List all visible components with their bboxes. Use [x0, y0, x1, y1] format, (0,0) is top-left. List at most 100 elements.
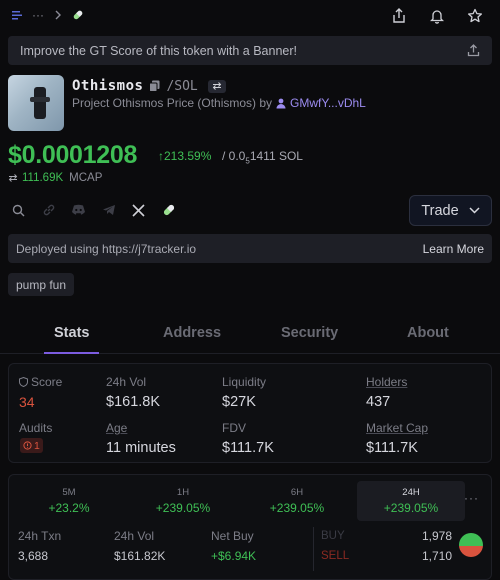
token-pair: /SOL: [166, 78, 198, 94]
pill-icon[interactable]: [72, 9, 84, 21]
txn-label: 24h Txn: [18, 529, 62, 543]
sell-label: SELL: [321, 550, 350, 562]
txn-vol-label: 24h Vol: [114, 529, 155, 543]
mcap-row: 111.69K MCAP: [8, 172, 102, 184]
score-value: 34: [19, 394, 35, 410]
x-twitter-icon[interactable]: [130, 202, 147, 218]
deployed-text: Deployed using https://j7tracker.io: [16, 241, 197, 256]
token-logo: [8, 75, 64, 131]
sell-count: 1,710: [421, 549, 452, 563]
telegram-icon[interactable]: [100, 202, 117, 218]
price-sol: / 0.051411 SOL: [222, 149, 303, 165]
vol-value: $161.8K: [106, 394, 161, 410]
txn-vol-value: $161.82K: [114, 549, 166, 563]
buy-count: 1,978: [421, 529, 452, 543]
tab-security[interactable]: Security: [281, 325, 338, 341]
share-icon[interactable]: [388, 6, 410, 26]
divider: [313, 527, 314, 571]
price-change: ↑213.59%: [158, 149, 211, 163]
timeframe-1h[interactable]: 1H +239.05%: [129, 481, 237, 521]
price-usd: $0.0001208: [8, 141, 138, 169]
timeframe-change: +23.2%: [48, 501, 90, 515]
age-label[interactable]: Age: [106, 421, 127, 435]
user-icon: [276, 98, 286, 109]
score-label: Score: [19, 375, 62, 389]
price-change-value: 213.59%: [164, 149, 212, 163]
liquidity-label: Liquidity: [222, 375, 267, 389]
learn-more-link[interactable]: Learn More: [423, 242, 484, 256]
mcap-value: 111.69K: [22, 172, 64, 184]
token-name: Othismos: [72, 78, 144, 94]
market-cap-value: $111.7K: [366, 440, 418, 456]
banner-prompt[interactable]: Improve the GT Score of this token with …: [8, 36, 492, 65]
tab-bar: Stats Address Security About: [0, 318, 500, 354]
score-label-text: Score: [31, 375, 63, 389]
more-timeframes-icon[interactable]: ···: [464, 491, 479, 505]
banner-text: Improve the GT Score of this token with …: [20, 43, 297, 58]
market-cap-label[interactable]: Market Cap: [366, 421, 428, 435]
deployed-notice: Deployed using https://j7tracker.io Lear…: [8, 234, 492, 263]
mcap-label: MCAP: [69, 172, 103, 184]
stats-card: Score 34 24h Vol $161.8K Liquidity $27K …: [8, 363, 492, 463]
chevron-down-icon: [469, 207, 480, 214]
menu-icon[interactable]: [12, 10, 22, 20]
timeframe-5m[interactable]: 5M +23.2%: [15, 481, 123, 521]
timeframe-6h[interactable]: 6H +239.05%: [243, 481, 351, 521]
timeframe-24h[interactable]: 24H +239.05%: [357, 481, 465, 521]
timeframe-label: 24H: [402, 487, 420, 498]
fdv-label: FDV: [222, 421, 246, 435]
buy-sell-pie: [459, 533, 483, 557]
net-buy-value: +$6.94K: [211, 549, 257, 563]
net-buy-label: Net Buy: [211, 529, 254, 543]
chevron-right-icon: [54, 10, 62, 20]
link-icon[interactable]: [40, 202, 57, 218]
tab-address[interactable]: Address: [163, 325, 221, 341]
social-links: [10, 202, 177, 218]
token-title: Othismos /SOL: [72, 78, 226, 94]
shield-icon: [19, 377, 28, 387]
active-tab-indicator: [44, 352, 99, 354]
timeframe-change: +239.05%: [269, 501, 325, 515]
buy-label: BUY: [321, 530, 345, 542]
age-value: 11 minutes: [106, 440, 176, 456]
tag-pump-fun[interactable]: pump fun: [8, 273, 75, 296]
top-actions: [388, 6, 486, 26]
search-icon[interactable]: [10, 202, 27, 218]
copy-icon[interactable]: [149, 80, 160, 92]
holders-label[interactable]: Holders: [366, 375, 407, 389]
price-sol-prefix: / 0.0: [222, 149, 246, 163]
top-bar: ···: [0, 0, 500, 30]
creator-link[interactable]: GMwfY...vDhL: [290, 96, 366, 110]
discord-icon[interactable]: [70, 202, 87, 218]
audits-label: Audits: [19, 421, 53, 435]
liquidity-value: $27K: [222, 394, 256, 410]
vol-label: 24h Vol: [106, 375, 147, 389]
warning-circle-icon: [23, 441, 32, 450]
holders-value: 437: [366, 394, 391, 410]
subtitle-text: Project Othismos Price (Othismos) by: [72, 96, 273, 110]
pill-link-icon[interactable]: [160, 202, 177, 218]
trade-button[interactable]: Trade: [409, 195, 492, 226]
fdv-value: $111.7K: [222, 440, 274, 456]
timeframe-change: +239.05%: [155, 501, 211, 515]
timeframe-change: +239.05%: [383, 501, 439, 515]
price-sol-suffix: 1411 SOL: [249, 149, 303, 163]
timeframe-card: 5M +23.2% 1H +239.05% 6H +239.05% 24H +2…: [8, 474, 492, 580]
breadcrumb: ···: [12, 8, 84, 22]
audits-badge[interactable]: 1: [20, 438, 43, 453]
upload-icon[interactable]: [467, 44, 480, 57]
timeframe-label: 1H: [176, 487, 190, 498]
token-subtitle: Project Othismos Price (Othismos) by GMw…: [72, 96, 366, 110]
tab-about[interactable]: About: [407, 325, 449, 341]
swap-icon[interactable]: [207, 79, 226, 93]
trade-label: Trade: [421, 202, 459, 219]
star-icon[interactable]: [464, 6, 486, 26]
tab-stats[interactable]: Stats: [54, 325, 89, 341]
swap-small-icon[interactable]: [8, 174, 18, 182]
timeframe-label: 6H: [290, 487, 304, 498]
bell-icon[interactable]: [426, 6, 448, 26]
txn-value: 3,688: [18, 549, 49, 563]
audits-value: 1: [34, 439, 40, 452]
timeframe-label: 5M: [62, 487, 76, 498]
more-icon[interactable]: ···: [32, 8, 44, 22]
